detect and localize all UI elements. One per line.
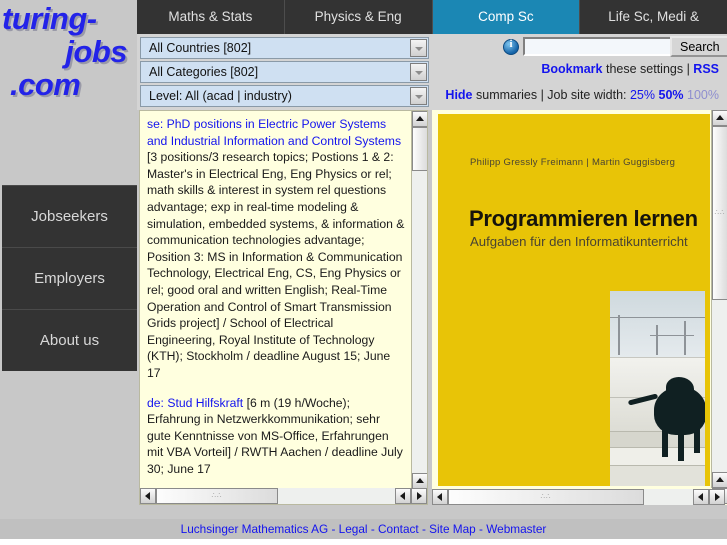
level-filter-value: Level: All (acad | industry)	[149, 89, 292, 103]
book-cover-image[interactable]: Philipp Gressly Freimann | Martin Guggis…	[438, 114, 710, 486]
level-filter-select[interactable]: Level: All (acad | industry)	[140, 85, 429, 107]
sidebar-nav: Jobseekers Employers About us	[2, 185, 137, 371]
photo-wire	[650, 335, 694, 336]
book-subtitle: Aufgaben für den Informatikunterricht	[470, 234, 688, 249]
width-25-link[interactable]: 25%	[630, 88, 655, 102]
scrollbar-grip: ∴∴	[211, 492, 223, 500]
site-width-label: summaries | Job site width:	[472, 88, 630, 102]
category-tab-bar: Maths & Stats Physics & Eng Comp Sc Life…	[137, 0, 727, 34]
footer: Luchsinger Mathematics AG - Legal - Cont…	[0, 519, 727, 539]
bookmark-settings-line: Bookmark these settings | RSS	[541, 62, 719, 76]
photo-animal-leg	[678, 429, 684, 461]
left-column: turing- jobs .com Jobseekers Employers A…	[0, 0, 137, 519]
sidebar-item-about-us[interactable]: About us	[2, 310, 137, 371]
footer-contact-link[interactable]: Contact	[378, 522, 419, 536]
job-title-link[interactable]: de: Stud Hilfskraft	[147, 396, 243, 410]
footer-company-link[interactable]: Luchsinger Mathematics AG	[181, 522, 329, 536]
photo-wire	[610, 317, 705, 318]
photo-wall-line	[610, 357, 705, 358]
scrollbar-track-h[interactable]	[278, 488, 395, 504]
site-width-line: Hide summaries | Job site width: 25% 50%…	[445, 88, 719, 102]
photo-pole	[618, 315, 620, 355]
book-cover-photo	[610, 291, 705, 486]
book-ad-panel: Philipp Gressly Freimann | Martin Guggis…	[432, 110, 727, 505]
scroll-right-icon[interactable]	[411, 488, 427, 504]
tab-comp-sc[interactable]: Comp Sc	[432, 0, 581, 34]
chevron-down-icon[interactable]	[410, 87, 427, 105]
category-filter-select[interactable]: All Categories [802]	[140, 61, 429, 83]
country-filter-select[interactable]: All Countries [802]	[140, 37, 429, 59]
footer-sitemap-link[interactable]: Site Map	[429, 522, 476, 536]
photo-animal-head	[666, 377, 694, 399]
scroll-left-icon[interactable]	[432, 489, 448, 505]
job-list-horizontal-scrollbar[interactable]: ∴∴	[140, 488, 427, 504]
photo-animal-leg	[694, 427, 700, 453]
scroll-up-icon[interactable]	[412, 111, 427, 127]
scroll-up-icon-bottom[interactable]	[712, 472, 727, 488]
book-panel-horizontal-scrollbar[interactable]: ∴∴	[432, 489, 725, 505]
search-button[interactable]: Search	[670, 36, 727, 57]
tab-life-sc-medi[interactable]: Life Sc, Medi &	[580, 0, 727, 34]
rss-link[interactable]: RSS	[693, 62, 719, 76]
scroll-left-icon-2[interactable]	[395, 488, 411, 504]
job-listing-item[interactable]: de: Stud Hilfskraft [6 m (19 h/Woche); E…	[147, 395, 405, 478]
scroll-left-icon-2[interactable]	[693, 489, 709, 505]
scrollbar-thumb[interactable]: ∴∴	[712, 126, 727, 300]
chevron-down-icon[interactable]	[410, 39, 427, 57]
scrollbar-track[interactable]	[412, 171, 427, 473]
footer-sep: -	[418, 522, 430, 536]
photo-step	[610, 465, 705, 486]
country-filter-value: All Countries [802]	[149, 41, 252, 55]
tab-physics-eng[interactable]: Physics & Eng	[285, 0, 433, 34]
width-100-link[interactable]: 100%	[687, 88, 719, 102]
photo-pole	[684, 321, 686, 355]
job-list-panel: se: PhD positions in Electric Power Syst…	[139, 110, 428, 505]
logo-line-1: turing-	[2, 1, 97, 36]
scrollbar-grip: ∴∴	[714, 209, 726, 217]
book-authors: Philipp Gressly Freimann | Martin Guggis…	[470, 157, 676, 168]
site-logo[interactable]: turing- jobs .com	[0, 2, 137, 107]
scrollbar-thumb[interactable]	[412, 127, 427, 171]
book-panel-vertical-scrollbar[interactable]: ∴∴	[711, 110, 727, 504]
sidebar-item-employers[interactable]: Employers	[2, 248, 137, 310]
footer-sep: -	[367, 522, 379, 536]
bookmark-text: these settings |	[602, 62, 694, 76]
photo-pole	[656, 325, 658, 355]
footer-webmaster-link[interactable]: Webmaster	[486, 522, 546, 536]
logo-line-3: .com	[10, 67, 81, 102]
job-list-content: se: PhD positions in Electric Power Syst…	[140, 111, 411, 491]
bookmark-link[interactable]: Bookmark	[541, 62, 602, 76]
book-title: Programmieren lernen	[469, 206, 698, 231]
width-50-link[interactable]: 50%	[659, 88, 684, 102]
bottom-strip	[0, 539, 727, 545]
footer-legal-link[interactable]: Legal	[339, 522, 368, 536]
page-root: turing- jobs .com Jobseekers Employers A…	[0, 0, 727, 545]
logo-line-2: jobs	[65, 34, 127, 69]
scroll-left-icon[interactable]	[140, 488, 156, 504]
category-filter-value: All Categories [802]	[149, 65, 259, 79]
job-list-vertical-scrollbar[interactable]	[411, 111, 427, 504]
info-icon[interactable]	[503, 38, 519, 55]
job-listing-item[interactable]: se: PhD positions in Electric Power Syst…	[147, 116, 405, 382]
photo-step	[610, 447, 705, 467]
scrollbar-thumb-h[interactable]: ∴∴	[156, 488, 278, 504]
scrollbar-thumb-h[interactable]: ∴∴	[448, 489, 644, 505]
scrollbar-track[interactable]	[712, 300, 727, 472]
scroll-up-icon-bottom[interactable]	[412, 473, 427, 489]
scrollbar-grip: ∴∴	[540, 493, 552, 501]
job-title-link[interactable]: se: PhD positions in Electric Power Syst…	[147, 117, 401, 148]
footer-sep: -	[475, 522, 487, 536]
footer-sep: -	[328, 522, 339, 536]
tab-comp-sc-label: Comp Sc	[478, 9, 534, 24]
header-controls: All Countries [802] All Categories [802]…	[137, 34, 727, 110]
scroll-up-icon[interactable]	[712, 110, 727, 126]
sidebar-item-jobseekers[interactable]: Jobseekers	[2, 186, 137, 248]
job-summary: [3 positions/3 research topics; Postions…	[147, 150, 405, 380]
scrollbar-track-h[interactable]	[644, 489, 693, 505]
chevron-down-icon[interactable]	[410, 63, 427, 81]
hide-summaries-link[interactable]: Hide	[445, 88, 472, 102]
tab-maths-stats[interactable]: Maths & Stats	[137, 0, 285, 34]
photo-animal-leg	[662, 429, 668, 457]
scroll-right-icon[interactable]	[709, 489, 725, 505]
